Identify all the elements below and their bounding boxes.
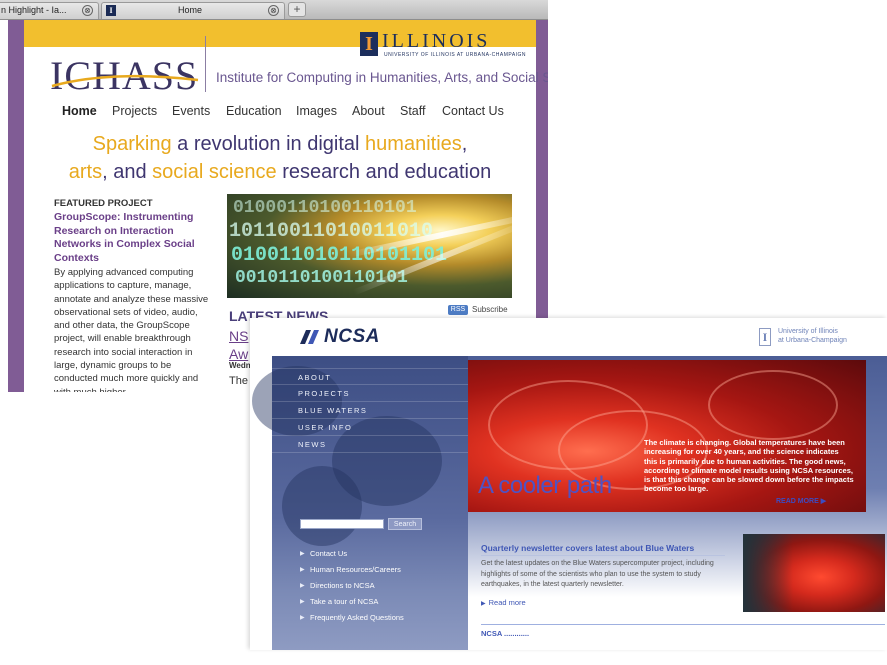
institute-title: Institute for Computing in Humanities, A…: [216, 70, 548, 85]
headline-segment: Sparking: [92, 133, 172, 155]
search-input[interactable]: [300, 519, 384, 529]
news-link-line: NS: [229, 328, 249, 344]
hero-read-more-link[interactable]: READ MORE ▶: [776, 497, 826, 505]
nav-item-projects[interactable]: Projects: [112, 104, 157, 118]
ncsa-sidebar: ABOUT PROJECTS BLUE WATERS USER INFO NEW…: [252, 356, 468, 650]
divider: [481, 555, 725, 556]
browser-tab-home[interactable]: I Home ⊗: [101, 2, 285, 19]
nav-item-images[interactable]: Images: [296, 104, 337, 118]
link-faq[interactable]: ▶ Frequently Asked Questions: [300, 610, 465, 626]
tab-label: n Highlight - Ia...: [1, 5, 67, 15]
binary-text: 01000110100110101: [233, 198, 417, 218]
illinois-favicon-icon: I: [106, 5, 116, 16]
binary-hero-image: 01000110100110101 10110011010011010 0100…: [227, 194, 512, 298]
climate-hero-banner[interactable]: The climate is changing. Global temperat…: [468, 360, 866, 512]
link-directions[interactable]: ▶ Directions to NCSA: [300, 578, 465, 594]
news-item-link[interactable]: NS Aw: [229, 327, 248, 363]
ncsa-nav-user-info[interactable]: USER INFO: [272, 419, 468, 436]
link-label: Frequently Asked Questions: [310, 613, 404, 622]
rss-icon[interactable]: RSS: [448, 305, 468, 315]
featured-project-title-link[interactable]: GroupScope: Instrumenting Research on In…: [54, 211, 204, 265]
main-nav: Home Projects Events Education Images Ab…: [62, 104, 532, 122]
arrow-right-icon: ▶: [300, 551, 305, 557]
ncsa-nav-blue-waters[interactable]: BLUE WATERS: [272, 402, 468, 419]
uiuc-line: at Urbana-Champaign: [778, 337, 847, 344]
uiuc-line: University of Illinois: [778, 328, 838, 335]
divider: [481, 624, 885, 625]
news-date: Wedn: [229, 361, 251, 370]
logo-divider: [205, 36, 206, 92]
illinois-subtitle: UNIVERSITY OF ILLINOIS AT URBANA-CHAMPAI…: [384, 52, 527, 58]
browser-tab-highlight[interactable]: n Highlight - Ia... ⊗: [0, 2, 99, 19]
arrow-right-icon: ▶: [300, 567, 305, 573]
nav-item-contact-us[interactable]: Contact Us: [442, 104, 504, 118]
arrow-right-icon: ▶: [300, 599, 305, 605]
headline-line-1: Sparking a revolution in digital humanit…: [24, 133, 536, 156]
featured-project-body: By applying advanced computing applicati…: [54, 267, 209, 392]
headline-segment: research and education: [276, 161, 492, 183]
newsletter-title-link[interactable]: Quarterly newsletter covers latest about…: [481, 543, 694, 553]
screenshot-root: n Highlight - Ia... ⊗ I Home ⊗ + ICHASS …: [0, 0, 887, 665]
tab-label: Home: [178, 5, 203, 15]
nav-item-staff[interactable]: Staff: [400, 104, 425, 118]
headline-line-2: arts, and social science research and ed…: [24, 161, 536, 184]
ncsa-nav-news[interactable]: NEWS: [272, 436, 468, 453]
link-human-resources[interactable]: ▶ Human Resources/Careers: [300, 562, 465, 578]
rss-subscribe-link[interactable]: Subscribe: [472, 305, 508, 314]
ncsa-nav-projects[interactable]: PROJECTS: [272, 385, 468, 402]
nav-item-events[interactable]: Events: [172, 104, 210, 118]
logo-swoosh-icon: [51, 74, 199, 88]
illinois-wordmark[interactable]: ILLINOIS: [382, 30, 490, 53]
nav-item-home[interactable]: Home: [62, 104, 97, 118]
link-label: Directions to NCSA: [310, 581, 375, 590]
decor-blob: [282, 466, 362, 546]
headline-segment: a revolution in digital: [171, 133, 366, 155]
headline-segment: social science: [152, 161, 277, 183]
link-tour[interactable]: ▶ Take a tour of NCSA: [300, 594, 465, 610]
ncsa-main: ABOUT PROJECTS BLUE WATERS USER INFO NEW…: [252, 356, 887, 650]
hero-swirl: [708, 370, 838, 440]
newsletter-body: Get the latest updates on the Blue Water…: [481, 560, 714, 588]
link-label: Take a tour of NCSA: [310, 597, 379, 606]
ncsa-nav-about[interactable]: ABOUT: [272, 368, 468, 385]
news-body: The: [229, 375, 248, 387]
arrow-right-icon: ▶: [481, 601, 486, 607]
link-contact-us[interactable]: ▶ Contact Us: [300, 546, 465, 562]
hero-caption: The climate is changing. Global temperat…: [644, 438, 854, 494]
headline-segment: ,: [461, 133, 468, 155]
link-label: Contact Us: [310, 549, 348, 558]
newsletter-read-more-link[interactable]: ▶ Read more: [481, 598, 526, 607]
read-more-label: Read more: [488, 598, 526, 607]
headline-segment: humanities: [365, 133, 462, 155]
close-tab-icon[interactable]: ⊗: [82, 5, 93, 16]
arrow-right-icon: ▶: [300, 615, 305, 621]
ncsa-logo-mark-icon: [300, 330, 319, 344]
arrow-right-icon: ▶: [300, 583, 305, 589]
search-button[interactable]: Search: [388, 518, 422, 530]
hero-title: A cooler path: [478, 472, 612, 499]
quick-links: ▶ Contact Us ▶ Human Resources/Careers ▶ Di…: [300, 546, 465, 626]
headline-segment: arts: [68, 161, 103, 183]
featured-project-heading: FEATURED PROJECT: [54, 198, 153, 209]
new-tab-button[interactable]: +: [288, 2, 306, 17]
uiuc-wordmark[interactable]: University of Illinois at Urbana-Champai…: [778, 327, 847, 345]
next-story-partial: NCSA ............: [481, 629, 530, 638]
nav-item-about[interactable]: About: [352, 104, 385, 118]
illinois-block-i-icon: I: [360, 32, 378, 56]
close-tab-icon[interactable]: ⊗: [268, 5, 279, 16]
ncsa-browser-window: NCSA I University of Illinois at Urbana-…: [250, 318, 887, 650]
thumbnail-shade: [743, 534, 793, 612]
headline-segment: , and: [102, 161, 153, 183]
nav-item-education[interactable]: Education: [226, 104, 282, 118]
newsletter-thumbnail[interactable]: [743, 534, 885, 612]
link-label: Human Resources/Careers: [310, 565, 401, 574]
ncsa-logo[interactable]: NCSA: [324, 326, 380, 348]
browser-tab-bar: n Highlight - Ia... ⊗ I Home ⊗ +: [0, 0, 548, 20]
uiuc-block-i-icon: I: [759, 328, 771, 346]
